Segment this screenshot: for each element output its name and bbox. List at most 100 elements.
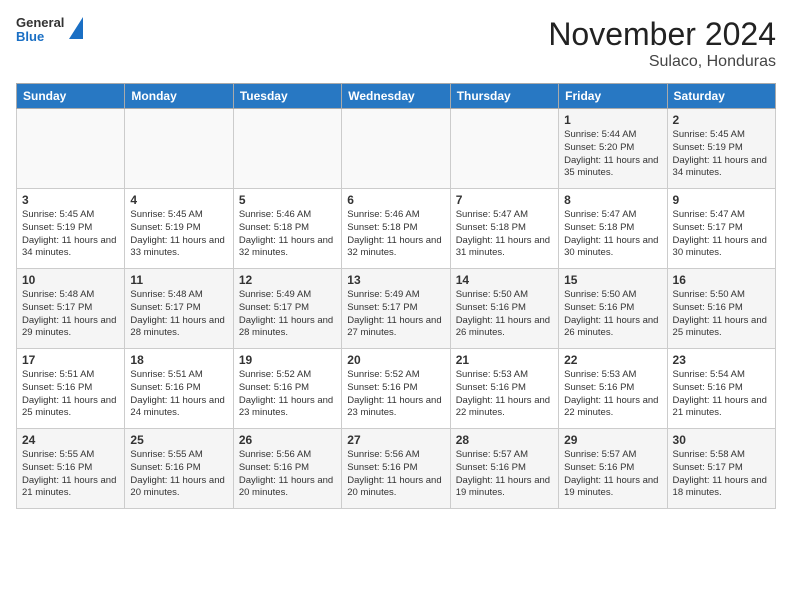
calendar-header-thursday: Thursday (450, 84, 558, 109)
header: General Blue November 2024 Sulaco, Hondu… (16, 16, 776, 71)
calendar-header-sunday: Sunday (17, 84, 125, 109)
day-number: 20 (347, 353, 444, 367)
calendar-cell (125, 109, 233, 189)
day-info: Sunrise: 5:52 AMSunset: 5:16 PMDaylight:… (347, 369, 444, 420)
calendar-cell: 8 Sunrise: 5:47 AMSunset: 5:18 PMDaylight… (559, 189, 667, 269)
day-info: Sunrise: 5:55 AMSunset: 5:16 PMDaylight:… (22, 449, 119, 500)
day-info: Sunrise: 5:47 AMSunset: 5:18 PMDaylight:… (456, 209, 553, 260)
day-number: 22 (564, 353, 661, 367)
calendar-cell: 29 Sunrise: 5:57 AMSunset: 5:16 PMDayligh… (559, 429, 667, 509)
day-number: 11 (130, 273, 227, 287)
day-number: 12 (239, 273, 336, 287)
calendar-cell: 13Sunrise: 5:49 AMSunset: 5:17 PMDayligh… (342, 269, 450, 349)
calendar-week-row: 1 Sunrise: 5:44 AMSunset: 5:20 PMDaylight… (17, 109, 776, 189)
day-info: Sunrise: 5:55 AMSunset: 5:16 PMDaylight:… (130, 449, 227, 500)
calendar-cell: 19 Sunrise: 5:52 AMSunset: 5:16 PMDayligh… (233, 349, 341, 429)
day-info: Sunrise: 5:50 AMSunset: 5:16 PMDaylight:… (564, 289, 661, 340)
logo-text: General Blue (16, 16, 64, 45)
day-info: Sunrise: 5:57 AMSunset: 5:16 PMDaylight:… (456, 449, 553, 500)
logo: General Blue (16, 16, 83, 45)
day-info: Sunrise: 5:45 AMSunset: 5:19 PMDaylight:… (130, 209, 227, 260)
calendar-cell (342, 109, 450, 189)
logo-general: General (16, 16, 64, 30)
calendar-cell: 12Sunrise: 5:49 AMSunset: 5:17 PMDayligh… (233, 269, 341, 349)
calendar-cell: 4 Sunrise: 5:45 AMSunset: 5:19 PMDaylight… (125, 189, 233, 269)
calendar-cell: 10 Sunrise: 5:48 AMSunset: 5:17 PMDayligh… (17, 269, 125, 349)
day-number: 25 (130, 433, 227, 447)
day-info: Sunrise: 5:49 AMSunset: 5:17 PMDaylight:… (347, 289, 444, 340)
logo-blue: Blue (16, 30, 64, 44)
calendar-week-row: 10 Sunrise: 5:48 AMSunset: 5:17 PMDayligh… (17, 269, 776, 349)
calendar-cell: 14Sunrise: 5:50 AMSunset: 5:16 PMDayligh… (450, 269, 558, 349)
day-number: 27 (347, 433, 444, 447)
day-info: Sunrise: 5:48 AMSunset: 5:17 PMDaylight:… (22, 289, 119, 340)
calendar-cell: 3 Sunrise: 5:45 AMSunset: 5:19 PMDaylight… (17, 189, 125, 269)
day-info: Sunrise: 5:47 AMSunset: 5:17 PMDaylight:… (673, 209, 770, 260)
day-info: Sunrise: 5:46 AMSunset: 5:18 PMDaylight:… (239, 209, 336, 260)
calendar-cell (17, 109, 125, 189)
calendar-header-saturday: Saturday (667, 84, 775, 109)
day-info: Sunrise: 5:45 AMSunset: 5:19 PMDaylight:… (22, 209, 119, 260)
day-number: 14 (456, 273, 553, 287)
day-number: 6 (347, 193, 444, 207)
day-number: 1 (564, 113, 661, 127)
day-info: Sunrise: 5:47 AMSunset: 5:18 PMDaylight:… (564, 209, 661, 260)
calendar-cell: 25 Sunrise: 5:55 AMSunset: 5:16 PMDayligh… (125, 429, 233, 509)
day-info: Sunrise: 5:45 AMSunset: 5:19 PMDaylight:… (673, 129, 770, 180)
calendar-cell: 21 Sunrise: 5:53 AMSunset: 5:16 PMDayligh… (450, 349, 558, 429)
day-number: 30 (673, 433, 770, 447)
day-number: 16 (673, 273, 770, 287)
day-number: 3 (22, 193, 119, 207)
day-info: Sunrise: 5:51 AMSunset: 5:16 PMDaylight:… (130, 369, 227, 420)
calendar-cell: 18 Sunrise: 5:51 AMSunset: 5:16 PMDayligh… (125, 349, 233, 429)
day-info: Sunrise: 5:53 AMSunset: 5:16 PMDaylight:… (456, 369, 553, 420)
day-number: 10 (22, 273, 119, 287)
calendar-cell: 16 Sunrise: 5:50 AMSunset: 5:16 PMDayligh… (667, 269, 775, 349)
calendar-cell: 30Sunrise: 5:58 AMSunset: 5:17 PMDayligh… (667, 429, 775, 509)
day-info: Sunrise: 5:44 AMSunset: 5:20 PMDaylight:… (564, 129, 661, 180)
day-number: 9 (673, 193, 770, 207)
calendar-header-row: SundayMondayTuesdayWednesdayThursdayFrid… (17, 84, 776, 109)
calendar-cell: 28 Sunrise: 5:57 AMSunset: 5:16 PMDayligh… (450, 429, 558, 509)
day-number: 21 (456, 353, 553, 367)
day-info: Sunrise: 5:54 AMSunset: 5:16 PMDaylight:… (673, 369, 770, 420)
calendar-cell: 1 Sunrise: 5:44 AMSunset: 5:20 PMDaylight… (559, 109, 667, 189)
day-info: Sunrise: 5:56 AMSunset: 5:16 PMDaylight:… (347, 449, 444, 500)
calendar-cell: 7 Sunrise: 5:47 AMSunset: 5:18 PMDaylight… (450, 189, 558, 269)
day-number: 2 (673, 113, 770, 127)
day-number: 29 (564, 433, 661, 447)
page-title: November 2024 (548, 16, 776, 53)
day-number: 28 (456, 433, 553, 447)
title-block: November 2024 Sulaco, Honduras (548, 16, 776, 71)
day-info: Sunrise: 5:46 AMSunset: 5:18 PMDaylight:… (347, 209, 444, 260)
day-number: 15 (564, 273, 661, 287)
calendar-cell: 20 Sunrise: 5:52 AMSunset: 5:16 PMDayligh… (342, 349, 450, 429)
calendar-cell: 17Sunrise: 5:51 AMSunset: 5:16 PMDayligh… (17, 349, 125, 429)
calendar-week-row: 24Sunrise: 5:55 AMSunset: 5:16 PMDayligh… (17, 429, 776, 509)
day-info: Sunrise: 5:53 AMSunset: 5:16 PMDaylight:… (564, 369, 661, 420)
calendar-header-monday: Monday (125, 84, 233, 109)
day-number: 18 (130, 353, 227, 367)
day-number: 23 (673, 353, 770, 367)
day-number: 5 (239, 193, 336, 207)
day-info: Sunrise: 5:56 AMSunset: 5:16 PMDaylight:… (239, 449, 336, 500)
page-subtitle: Sulaco, Honduras (548, 53, 776, 71)
day-info: Sunrise: 5:57 AMSunset: 5:16 PMDaylight:… (564, 449, 661, 500)
calendar-cell: 27 Sunrise: 5:56 AMSunset: 5:16 PMDayligh… (342, 429, 450, 509)
day-info: Sunrise: 5:50 AMSunset: 5:16 PMDaylight:… (673, 289, 770, 340)
day-number: 4 (130, 193, 227, 207)
calendar-week-row: 3 Sunrise: 5:45 AMSunset: 5:19 PMDaylight… (17, 189, 776, 269)
calendar-cell: 11Sunrise: 5:48 AMSunset: 5:17 PMDayligh… (125, 269, 233, 349)
day-number: 8 (564, 193, 661, 207)
day-number: 19 (239, 353, 336, 367)
calendar-cell (450, 109, 558, 189)
day-info: Sunrise: 5:52 AMSunset: 5:16 PMDaylight:… (239, 369, 336, 420)
calendar-cell: 9 Sunrise: 5:47 AMSunset: 5:17 PMDaylight… (667, 189, 775, 269)
calendar-cell: 26Sunrise: 5:56 AMSunset: 5:16 PMDayligh… (233, 429, 341, 509)
calendar-cell: 2 Sunrise: 5:45 AMSunset: 5:19 PMDaylight… (667, 109, 775, 189)
calendar-week-row: 17Sunrise: 5:51 AMSunset: 5:16 PMDayligh… (17, 349, 776, 429)
calendar-cell: 15 Sunrise: 5:50 AMSunset: 5:16 PMDayligh… (559, 269, 667, 349)
calendar-cell: 22 Sunrise: 5:53 AMSunset: 5:16 PMDayligh… (559, 349, 667, 429)
day-number: 7 (456, 193, 553, 207)
page: General Blue November 2024 Sulaco, Hondu… (0, 0, 792, 519)
